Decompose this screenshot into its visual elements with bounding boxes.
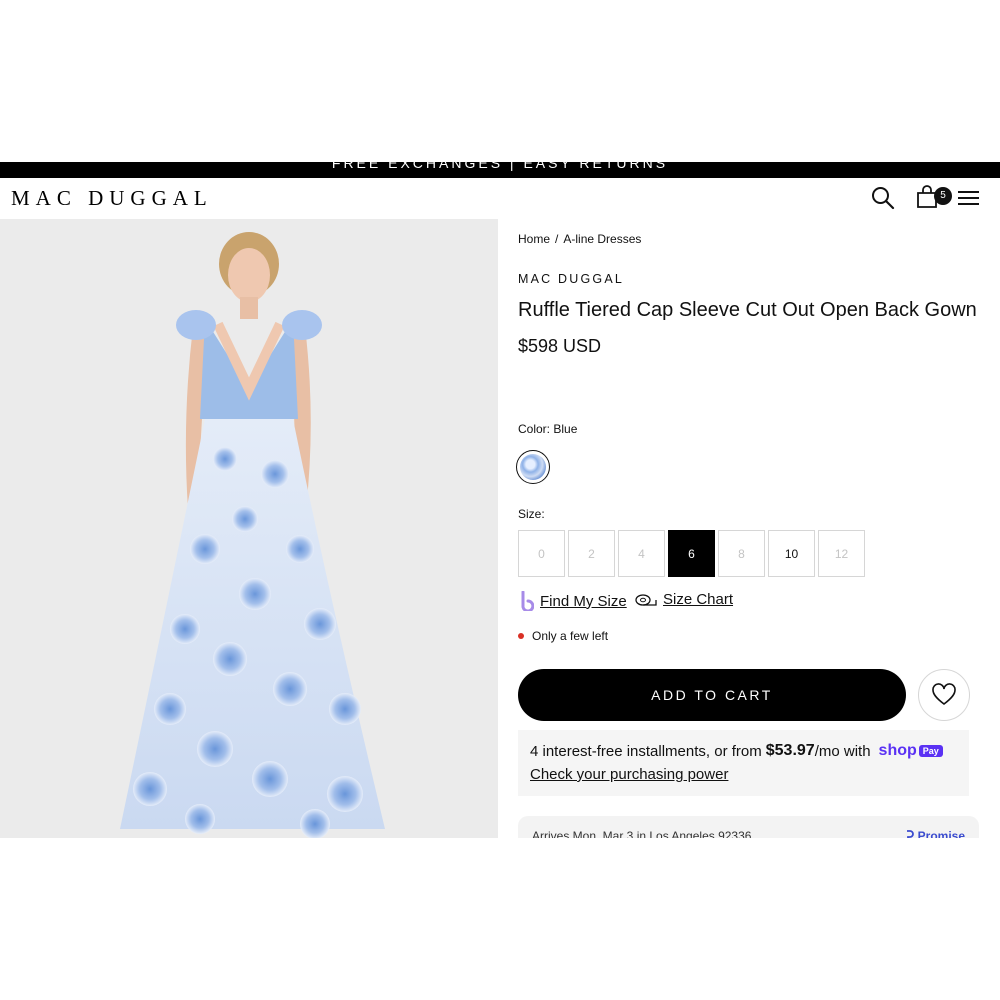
size-label: Size:: [518, 507, 545, 521]
size-option[interactable]: 2: [568, 530, 615, 577]
breadcrumb-home-link[interactable]: Home: [518, 232, 550, 246]
promise-label: Promise: [917, 829, 965, 838]
product-info-panel: Home / A-line Dresses MAC DUGGAL Ruffle Ti…: [516, 219, 980, 838]
breadcrumb-category-link[interactable]: A-line Dresses: [563, 232, 641, 246]
browser-viewport: FREE EXCHANGES | EASY RETURNS MAC DUGGAL…: [0, 162, 1000, 838]
stock-status-text: Only a few left: [532, 629, 609, 643]
size-option[interactable]: 8: [718, 530, 765, 577]
product-title: Ruffle Tiered Cap Sleeve Cut Out Open Ba…: [518, 299, 977, 321]
stock-status: Only a few left: [518, 629, 608, 643]
delivery-text: Arrives Mon, Mar 3 in Los Angeles 92336: [532, 829, 752, 838]
shop-pay-brand: shop: [878, 742, 917, 759]
find-my-size-label: Find My Size: [540, 592, 627, 610]
product-price: $598 USD: [518, 336, 602, 356]
stock-dot-icon: [518, 633, 524, 639]
shop-pay-logo: shop Pay: [879, 742, 943, 760]
announcement-text: FREE EXCHANGES | EASY RETURNS: [331, 162, 669, 171]
gown-illustration: [120, 232, 385, 838]
shop-pay-text-after: /mo with: [814, 742, 871, 760]
promise-badge: Promise: [906, 829, 965, 838]
shop-pay-badge: Pay: [918, 745, 943, 757]
site-logo[interactable]: MAC DUGGAL: [11, 186, 213, 211]
hamburger-menu-icon[interactable]: [956, 185, 982, 211]
size-chart-label: Size Chart: [663, 591, 734, 608]
site-header: MAC DUGGAL 5: [0, 178, 1000, 219]
breadcrumb-separator: /: [555, 232, 559, 246]
size-option[interactable]: 6: [668, 530, 715, 577]
cart-count-badge: 5: [934, 187, 952, 205]
size-selector: 0 2 4 6 8 10 12: [518, 530, 865, 577]
wishlist-button[interactable]: [918, 669, 970, 721]
color-label: Color: Blue: [518, 422, 578, 436]
promise-logo-icon: [907, 830, 915, 838]
find-my-size-link[interactable]: Find My Size: [520, 591, 627, 611]
shop-pay-installments: 4 interest-free installments, or from $5…: [518, 730, 969, 796]
add-to-cart-button[interactable]: ADD TO CART: [518, 669, 906, 721]
product-image[interactable]: [0, 219, 498, 838]
heart-icon: [932, 683, 956, 706]
color-swatch-blue[interactable]: [516, 450, 550, 484]
size-option[interactable]: 4: [618, 530, 665, 577]
check-purchasing-power-link[interactable]: Check your purchasing power: [530, 766, 957, 783]
shop-pay-amount: $53.97: [765, 742, 815, 759]
find-my-size-icon: [521, 591, 534, 611]
product-brand: MAC DUGGAL: [518, 272, 625, 286]
size-option[interactable]: 10: [768, 530, 815, 577]
breadcrumb: Home / A-line Dresses: [518, 232, 641, 246]
announcement-bar: FREE EXCHANGES | EASY RETURNS: [0, 162, 1000, 178]
delivery-estimate: Arrives Mon, Mar 3 in Los Angeles 92336 …: [518, 816, 979, 838]
size-option[interactable]: 0: [518, 530, 565, 577]
size-option[interactable]: 12: [818, 530, 865, 577]
shop-pay-text-before: 4 interest-free installments, or from: [530, 742, 762, 760]
measuring-tape-icon: [635, 593, 657, 606]
search-icon[interactable]: [870, 185, 896, 211]
size-chart-link[interactable]: Size Chart: [635, 591, 733, 608]
